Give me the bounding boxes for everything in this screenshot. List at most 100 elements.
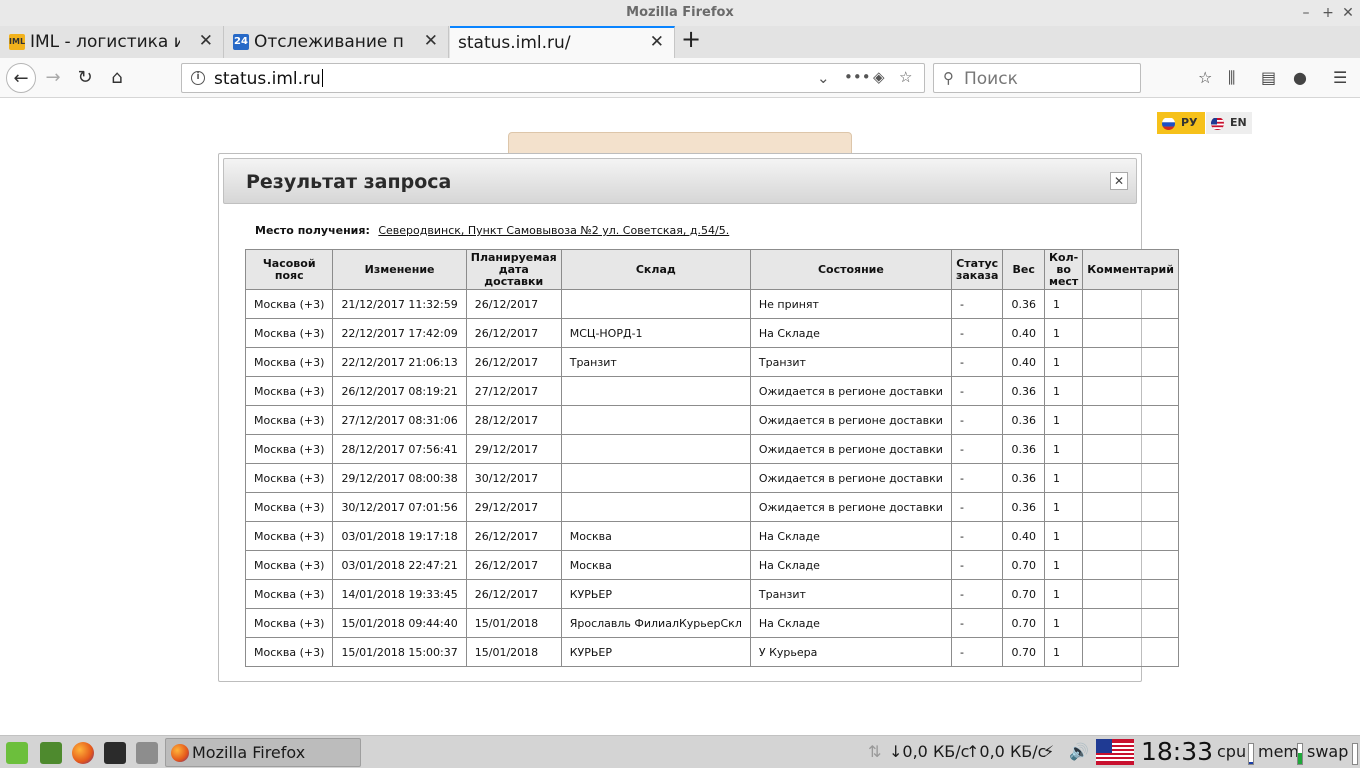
result-dialog: Результат запроса ✕ Место получения: Сев… (218, 153, 1179, 682)
cell-weight: 0.40 (1002, 521, 1045, 551)
cell-planned-date: 26/12/2017 (465, 550, 562, 580)
lang-en-label: EN (1230, 116, 1247, 129)
site-info-icon[interactable]: i (191, 71, 205, 85)
extension-icon[interactable]: ● (1293, 68, 1307, 87)
cell-order-status: - (950, 608, 1004, 638)
table-row: Москва (+3) 21/12/2017 11:32:59 26/12/2017… (244, 289, 1179, 319)
lang-en-button[interactable]: EN (1206, 112, 1252, 134)
sidebar-icon[interactable]: ▤ (1261, 68, 1276, 87)
cell-comment (1082, 318, 1179, 348)
tab-iml[interactable]: IML IML - логистика интер ✕ (0, 26, 224, 58)
net-download-speed: ↓0,0 КБ/с (889, 742, 970, 761)
cell-comment (1082, 463, 1179, 493)
table-row: Москва (+3) 22/12/2017 21:06:13 26/12/2017… (244, 347, 1179, 377)
table-row: Москва (+3) 03/01/2018 22:47:21 26/12/2017… (244, 550, 1179, 580)
col-state: Состояние (749, 249, 952, 290)
url-text: status.iml.ru (214, 69, 321, 89)
tracking-favicon-icon: 24 (233, 34, 249, 50)
cell-planned-date: 26/12/2017 (465, 521, 562, 551)
hamburger-menu-icon[interactable]: ☰ (1333, 68, 1347, 87)
page-actions-icon[interactable]: ••• (844, 68, 871, 86)
cell-changed: 26/12/2017 08:19:21 (332, 376, 467, 406)
cell-changed: 14/01/2018 19:33:45 (332, 579, 467, 609)
back-button[interactable]: ← (6, 63, 36, 93)
cell-warehouse (560, 463, 751, 493)
cell-timezone: Москва (+3) (244, 608, 334, 638)
cell-places: 1 (1043, 637, 1084, 667)
new-tab-button[interactable]: + (678, 27, 704, 53)
taskbar-firefox-window[interactable]: Mozilla Firefox (165, 738, 361, 767)
cell-state: Ожидается в регионе доставки (749, 405, 952, 435)
cell-comment (1082, 637, 1179, 667)
col-warehouse: Склад (560, 249, 751, 290)
minimize-icon[interactable]: – (1296, 3, 1316, 23)
terminal-icon[interactable] (104, 742, 126, 764)
cell-weight: 0.36 (1002, 463, 1045, 493)
cell-warehouse: КУРЬЕР (560, 637, 751, 667)
close-tab-icon[interactable]: ✕ (199, 31, 213, 51)
cell-comment (1082, 492, 1179, 522)
cell-order-status: - (950, 550, 1004, 580)
mem-label: mem (1258, 742, 1300, 761)
cell-weight: 0.70 (1002, 579, 1045, 609)
cell-order-status: - (950, 289, 1004, 319)
home-button[interactable]: ⌂ (102, 63, 132, 93)
cell-state: Транзит (749, 347, 952, 377)
bookmark-star-icon[interactable]: ☆ (899, 68, 912, 86)
cell-timezone: Москва (+3) (244, 405, 334, 435)
network-icon[interactable]: ⇅ (868, 742, 881, 761)
taskbar: Mozilla Firefox ⇅ ↓0,0 КБ/с ↑0,0 КБ/с ⚡ … (0, 735, 1360, 768)
mint-menu-icon[interactable] (6, 742, 28, 764)
firefox-launcher-icon[interactable] (72, 742, 94, 764)
cell-planned-date: 26/12/2017 (465, 579, 562, 609)
cell-changed: 27/12/2017 08:31:06 (332, 405, 467, 435)
plug-icon[interactable]: ⚡ (1043, 742, 1054, 761)
cell-order-status: - (950, 434, 1004, 464)
search-box[interactable]: ⚲ Поиск (933, 63, 1141, 93)
pocket-icon[interactable]: ◈ (873, 68, 885, 86)
close-tab-icon[interactable]: ✕ (650, 32, 664, 52)
close-window-icon[interactable]: ✕ (1338, 3, 1358, 23)
cell-planned-date: 26/12/2017 (465, 347, 562, 377)
cpu-meter (1248, 743, 1254, 765)
table-header-row: Часовой пояс Изменение Планируемая дата … (244, 249, 1179, 290)
keyboard-layout-flag-icon[interactable] (1096, 739, 1134, 765)
cell-weight: 0.40 (1002, 318, 1045, 348)
maximize-icon[interactable]: + (1318, 3, 1338, 23)
forward-button[interactable]: → (38, 63, 68, 93)
close-tab-icon[interactable]: ✕ (424, 31, 438, 51)
cell-places: 1 (1043, 347, 1084, 377)
cell-changed: 22/12/2017 21:06:13 (332, 347, 467, 377)
cell-comment (1082, 376, 1179, 406)
volume-icon[interactable]: 🔊 (1069, 742, 1089, 761)
delivery-place-link[interactable]: Северодвинск, Пункт Самовывоза №2 ул. Со… (378, 224, 729, 237)
cell-comment (1082, 289, 1179, 319)
mem-meter (1297, 743, 1303, 765)
cell-order-status: - (950, 637, 1004, 667)
reload-button[interactable]: ↻ (70, 63, 100, 93)
tab-status[interactable]: status.iml.ru/ ✕ (450, 26, 675, 58)
cell-changed: 15/01/2018 09:44:40 (332, 608, 467, 638)
search-placeholder: Поиск (964, 69, 1018, 89)
cell-planned-date: 26/12/2017 (465, 318, 562, 348)
col-places: Кол-во мест (1043, 249, 1084, 290)
cell-changed: 21/12/2017 11:32:59 (332, 289, 467, 319)
clock[interactable]: 18:33 (1141, 737, 1213, 766)
tab-tracking[interactable]: 24 Отслеживание почто ✕ (224, 26, 449, 58)
cell-timezone: Москва (+3) (244, 463, 334, 493)
cell-comment (1082, 434, 1179, 464)
table-row: Москва (+3) 22/12/2017 17:42:09 26/12/2017… (244, 318, 1179, 348)
lang-ru-button[interactable]: РУ (1157, 112, 1205, 134)
chevron-down-icon[interactable]: ⌄ (817, 69, 830, 87)
col-weight: Вес (1002, 249, 1045, 290)
file-manager-icon[interactable] (136, 742, 158, 764)
url-bar[interactable]: i status.iml.ru ⌄ ••• ◈ ☆ (181, 63, 925, 93)
cell-warehouse (560, 434, 751, 464)
cell-places: 1 (1043, 463, 1084, 493)
bookmark-star-icon[interactable]: ☆ (1198, 68, 1212, 87)
usa-flag-icon (1211, 117, 1224, 130)
cpu-label: cpu (1217, 742, 1247, 761)
close-dialog-button[interactable]: ✕ (1110, 172, 1128, 190)
library-icon[interactable]: ⫼ (1228, 68, 1235, 88)
show-desktop-icon[interactable] (40, 742, 62, 764)
